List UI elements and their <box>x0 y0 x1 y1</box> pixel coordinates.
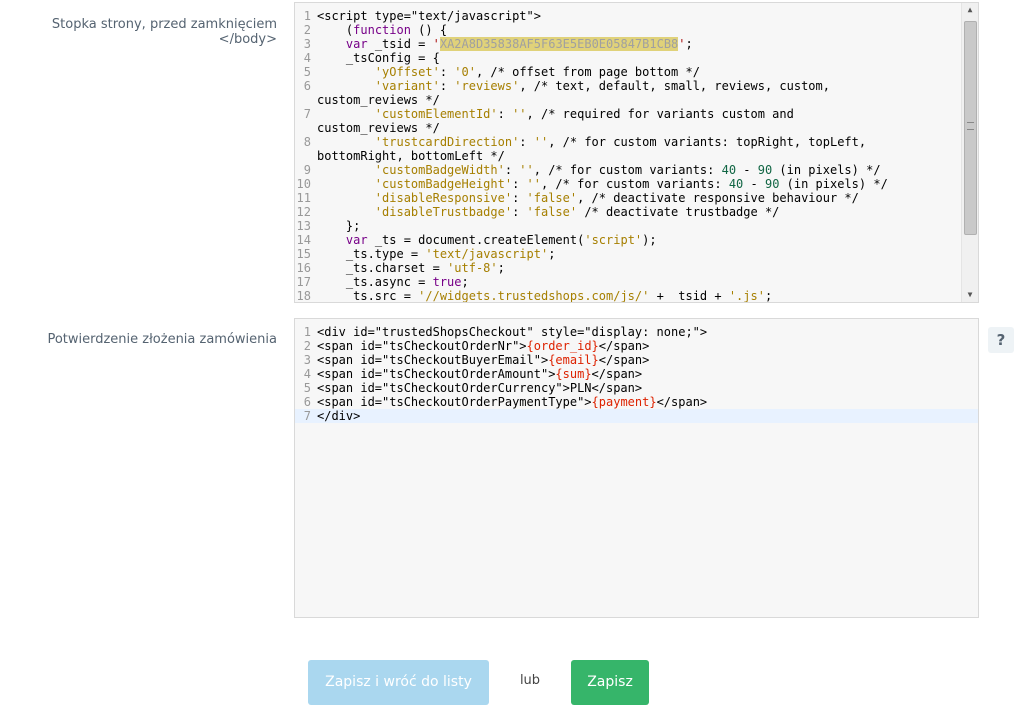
save-and-back-button[interactable]: Zapisz i wróć do listy <box>308 660 489 705</box>
code-line[interactable]: 11 'disableResponsive': 'false', /* deac… <box>295 191 960 205</box>
code-text[interactable]: 'disableTrustbadge': 'false' /* deactiva… <box>317 205 960 219</box>
code-line[interactable]: 6 <span id="tsCheckoutOrderPaymentType">{… <box>295 395 978 409</box>
line-number: 18 <box>296 289 311 303</box>
code-text[interactable]: (function () { <box>317 23 960 37</box>
line-number: 8 <box>303 135 311 149</box>
line-number: 16 <box>296 261 311 275</box>
code-text[interactable]: 'customBadgeWidth': '', /* for custom va… <box>317 163 960 177</box>
code-line[interactable]: 16 _ts.charset = 'utf-8'; <box>295 261 960 275</box>
code-line[interactable]: 14 var _ts = document.createElement('scr… <box>295 233 960 247</box>
code-line[interactable]: 13 }; <box>295 219 960 233</box>
line-number: 1 <box>303 325 311 339</box>
confirmation-code-editor[interactable]: 1 <div id="trustedShopsCheckout" style="d… <box>294 318 979 618</box>
line-number: 15 <box>296 247 311 261</box>
code-text[interactable]: 'variant': 'reviews', /* text, default, … <box>317 79 960 93</box>
confirmation-code-lines[interactable]: 1 <div id="trustedShopsCheckout" style="d… <box>295 325 978 423</box>
code-line[interactable]: 7 'customElementId': '', /* required for… <box>295 107 960 121</box>
code-text[interactable]: 'trustcardDirection': '', /* for custom … <box>317 135 960 149</box>
code-text[interactable]: <div id="trustedShopsCheckout" style="di… <box>317 325 978 339</box>
code-line[interactable]: 15 _ts.type = 'text/javascript'; <box>295 247 960 261</box>
line-number: 4 <box>303 367 311 381</box>
code-text[interactable]: 'customBadgeHeight': '', /* for custom v… <box>317 177 960 191</box>
line-number: 1 <box>303 9 311 23</box>
code-line[interactable]: 1 <div id="trustedShopsCheckout" style="d… <box>295 325 978 339</box>
code-line[interactable]: 12 'disableTrustbadge': 'false' /* deact… <box>295 205 960 219</box>
line-number: 6 <box>303 395 311 409</box>
code-line[interactable]: 1 <script type="text/javascript"> <box>295 9 960 23</box>
line-number: 17 <box>296 275 311 289</box>
code-line[interactable]: 17 _ts.async = true; <box>295 275 960 289</box>
code-text[interactable]: _tsConfig = { <box>317 51 960 65</box>
code-line[interactable]: 7 </div> <box>295 409 978 423</box>
code-text[interactable]: }; <box>317 219 960 233</box>
line-number: 12 <box>296 205 311 219</box>
code-text[interactable]: <span id="tsCheckoutOrderPaymentType">{p… <box>317 395 978 409</box>
code-text[interactable]: 'customElementId': '', /* required for v… <box>317 107 960 121</box>
save-button[interactable]: Zapisz <box>571 660 649 705</box>
line-number: 2 <box>303 23 311 37</box>
code-text[interactable]: 'disableResponsive': 'false', /* deactiv… <box>317 191 960 205</box>
line-number: 6 <box>303 79 311 93</box>
code-line[interactable]: 5 <span id="tsCheckoutOrderCurrency">PLN<… <box>295 381 978 395</box>
line-number: 7 <box>303 409 311 423</box>
line-number: 5 <box>303 65 311 79</box>
footer-code-label: Stopka strony, przed zamknięciem </body> <box>51 17 277 47</box>
line-number: 11 <box>296 191 311 205</box>
confirmation-code-label: Potwierdzenie złożenia zamówienia <box>47 332 277 347</box>
code-text[interactable]: <span id="tsCheckoutOrderNr">{order_id}<… <box>317 339 978 353</box>
code-line[interactable]: 0bottomRight, bottomLeft */ <box>295 149 960 163</box>
code-text[interactable]: bottomRight, bottomLeft */ <box>317 149 960 163</box>
code-line[interactable]: 6 'variant': 'reviews', /* text, default… <box>295 79 960 93</box>
line-number: 4 <box>303 51 311 65</box>
code-text[interactable]: _ts.type = 'text/javascript'; <box>317 247 960 261</box>
code-text[interactable]: _ts.charset = 'utf-8'; <box>317 261 960 275</box>
line-number: 3 <box>303 353 311 367</box>
code-text[interactable]: <span id="tsCheckoutBuyerEmail">{email}<… <box>317 353 978 367</box>
code-text[interactable]: _ts.async = true; <box>317 275 960 289</box>
code-line[interactable]: 9 'customBadgeWidth': '', /* for custom … <box>295 163 960 177</box>
line-number: 2 <box>303 339 311 353</box>
or-separator-text: lub <box>519 673 541 688</box>
line-number: 13 <box>296 219 311 233</box>
help-icon[interactable]: ? <box>988 327 1014 353</box>
line-number: 9 <box>303 163 311 177</box>
code-line[interactable]: 3 <span id="tsCheckoutBuyerEmail">{email}… <box>295 353 978 367</box>
code-line[interactable]: 5 'yOffset': '0', /* offset from page bo… <box>295 65 960 79</box>
code-line[interactable]: 4 <span id="tsCheckoutOrderAmount">{sum}<… <box>295 367 978 381</box>
footer-editor-scrollbar[interactable]: ▲ ▼ <box>961 3 978 302</box>
footer-code-editor[interactable]: 1 <script type="text/javascript"> 2 (funct… <box>294 2 979 303</box>
scroll-up-icon[interactable]: ▲ <box>962 3 978 17</box>
code-text[interactable]: <span id="tsCheckoutOrderAmount">{sum}</… <box>317 367 978 381</box>
code-line[interactable]: 0custom_reviews */ <box>295 121 960 135</box>
line-number: 3 <box>303 37 311 51</box>
code-line[interactable]: 2 (function () { <box>295 23 960 37</box>
code-text[interactable]: custom_reviews */ <box>317 93 960 107</box>
code-text[interactable]: <span id="tsCheckoutOrderCurrency">PLN</… <box>317 381 978 395</box>
line-number: 14 <box>296 233 311 247</box>
code-line[interactable]: 10 'customBadgeHeight': '', /* for custo… <box>295 177 960 191</box>
code-line[interactable]: 0custom_reviews */ <box>295 93 960 107</box>
code-text[interactable]: 'yOffset': '0', /* offset from page bott… <box>317 65 960 79</box>
scrollbar-thumb[interactable] <box>964 21 977 235</box>
line-number: 5 <box>303 381 311 395</box>
code-line[interactable]: 2 <span id="tsCheckoutOrderNr">{order_id}… <box>295 339 978 353</box>
code-text[interactable]: </div> <box>317 409 978 423</box>
line-number: 7 <box>303 107 311 121</box>
code-text[interactable]: _ts.src = '//widgets.trustedshops.com/js… <box>317 289 960 302</box>
code-line[interactable]: 4 _tsConfig = { <box>295 51 960 65</box>
code-text[interactable]: var _ts = document.createElement('script… <box>317 233 960 247</box>
footer-code-lines[interactable]: 1 <script type="text/javascript"> 2 (funct… <box>295 9 960 303</box>
code-text[interactable]: <script type="text/javascript"> <box>317 9 960 23</box>
line-number: 10 <box>296 177 311 191</box>
scroll-down-icon[interactable]: ▼ <box>962 288 978 302</box>
code-line[interactable]: 3 var _tsid = 'XA2A8D35838AF5F63E5EB0E05… <box>295 37 960 51</box>
code-text[interactable]: var _tsid = 'XA2A8D35838AF5F63E5EB0E0584… <box>317 37 960 51</box>
code-text[interactable]: custom_reviews */ <box>317 121 960 135</box>
code-line[interactable]: 18 _ts.src = '//widgets.trustedshops.com… <box>295 289 960 303</box>
code-line[interactable]: 8 'trustcardDirection': '', /* for custo… <box>295 135 960 149</box>
